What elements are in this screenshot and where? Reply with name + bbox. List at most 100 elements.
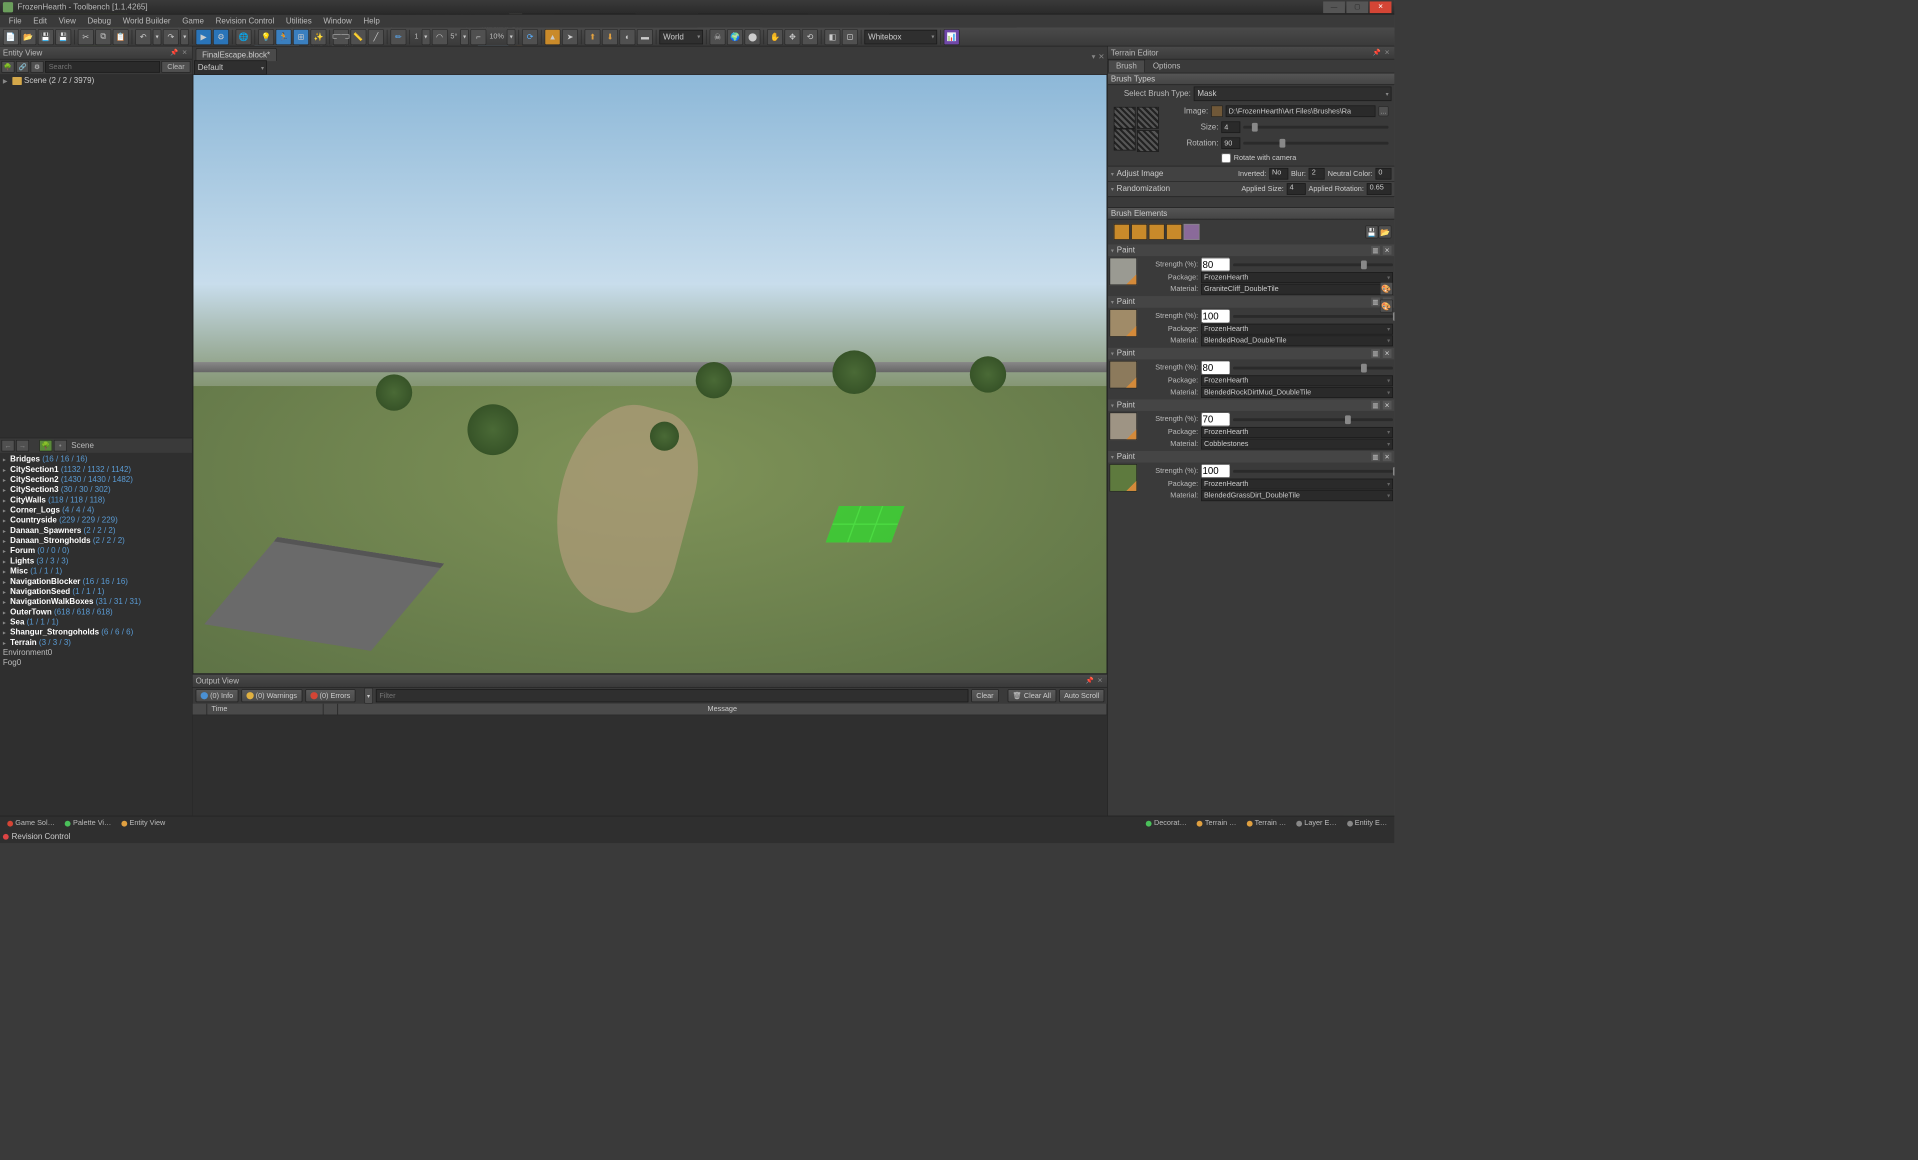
brush-thumb[interactable] (1184, 224, 1200, 240)
paint-swatch[interactable] (1109, 309, 1137, 337)
paint-material-combo[interactable]: GraniteCliff_DoubleTile (1201, 284, 1393, 295)
save-brush-button[interactable]: 💾 (1365, 225, 1378, 238)
scene-node[interactable]: ▸NavigationWalkBoxes (31 / 31 / 31) (1, 597, 190, 607)
browse-button[interactable]: … (1378, 106, 1388, 116)
breadcrumb[interactable]: Scene (68, 441, 94, 450)
options-tab[interactable]: Options (1145, 60, 1189, 73)
open-folder-button[interactable]: 📂 (20, 29, 36, 45)
scene-node[interactable]: ▸CitySection2 (1430 / 1430 / 1482) (1, 475, 190, 485)
render-mode-combo[interactable]: Whitebox (865, 29, 938, 44)
status-tab[interactable]: Terrain … (1193, 818, 1241, 829)
nav-fwd-button[interactable]: → (16, 440, 29, 452)
menu-edit[interactable]: Edit (27, 15, 52, 27)
palette-icon[interactable]: 🎨 (1380, 282, 1393, 295)
scene-node[interactable]: ▸CitySection1 (1132 / 1132 / 1142) (1, 465, 190, 475)
blur-value[interactable]: 2 (1309, 168, 1325, 180)
brush-thumb[interactable] (1131, 224, 1147, 240)
scene-node[interactable]: ▸Forum (0 / 0 / 0) (1, 546, 190, 556)
hand-tool-button[interactable]: ✋ (767, 29, 783, 45)
brush-thumb[interactable] (1149, 224, 1165, 240)
scene-node[interactable]: Environment0 (1, 648, 190, 658)
scene-node[interactable]: ▸CityWalls (118 / 118 / 118) (1, 495, 190, 505)
paint-material-combo[interactable]: BlendedGrassDirt_DoubleTile (1201, 490, 1393, 501)
copy-button[interactable]: ⧉ (95, 29, 111, 45)
paint-material-combo[interactable]: BlendedRockDirtMud_DoubleTile (1201, 387, 1393, 398)
skull-icon[interactable]: ☠ (710, 29, 726, 45)
random-expand-icon[interactable]: ▾ (1111, 186, 1114, 193)
maximize-button[interactable]: ▢ (1346, 1, 1368, 13)
paint-package-combo[interactable]: FrozenHearth (1201, 478, 1393, 489)
grid-button[interactable]: ⊞ (293, 29, 309, 45)
paint-expand-icon[interactable]: ▾ (1111, 247, 1114, 254)
paint-strength-input[interactable] (1201, 257, 1230, 271)
smooth-tool-button[interactable]: ◐ (620, 29, 636, 45)
stats-button[interactable]: 📊 (944, 29, 960, 45)
document-tab[interactable]: FinalEscape.block* (196, 48, 277, 61)
world-button[interactable]: 🌐 (236, 29, 252, 45)
pin-icon[interactable]: 📌 (170, 48, 179, 57)
menu-help[interactable]: Help (358, 15, 386, 27)
paint-swatch[interactable] (1109, 412, 1137, 440)
brush-rotation-input[interactable] (1221, 137, 1240, 149)
status-tab[interactable]: Decorat… (1142, 818, 1191, 829)
filter-clear-button[interactable]: Clear (971, 689, 999, 702)
paint-strength-input[interactable] (1201, 309, 1230, 323)
load-brush-button[interactable]: 📂 (1378, 225, 1391, 238)
camera-combo[interactable]: Default (194, 60, 267, 75)
filter-dropdown[interactable]: ▾ (364, 688, 373, 704)
paint-delete-button[interactable]: ✕ (1383, 452, 1392, 461)
tab-close-icon[interactable]: ✕ (1098, 53, 1104, 61)
tree-toggle-icon[interactable]: 🌳 (1, 61, 14, 73)
lower-tool-button[interactable]: ⬇ (602, 29, 618, 45)
scene-node[interactable]: ▸NavigationSeed (1 / 1 / 1) (1, 587, 190, 597)
revision-control-label[interactable]: Revision Control (12, 832, 71, 841)
actor-button[interactable]: 🏃 (276, 29, 292, 45)
cut-button[interactable]: ✂ (78, 29, 94, 45)
paint-layer-header[interactable]: ▾Paint▥✕ (1108, 348, 1394, 360)
menu-file[interactable]: File (3, 15, 28, 27)
brush-type-combo[interactable]: Mask (1194, 87, 1392, 102)
axis-icon[interactable]: ⌐ (470, 29, 486, 45)
scene-node[interactable]: ▸Countryside (229 / 229 / 229) (1, 515, 190, 525)
pencil-icon[interactable]: ✏ (390, 29, 406, 45)
rotate-tool-button[interactable]: ⟲ (802, 29, 818, 45)
sync-icon[interactable]: 🔗 (16, 61, 29, 73)
pin-icon[interactable]: 📌 (1373, 48, 1382, 57)
paint-mute-button[interactable]: ▥ (1371, 246, 1380, 255)
play-button[interactable]: ▶ (196, 29, 212, 45)
errors-filter-button[interactable]: (0) Errors (305, 689, 355, 702)
scene-node[interactable]: ▸Corner_Logs (4 / 4 / 4) (1, 505, 190, 515)
scene-node[interactable]: ▸Danaan_Spawners (2 / 2 / 2) (1, 526, 190, 536)
brush-tab[interactable]: Brush (1108, 60, 1145, 73)
paint-strength-input[interactable] (1201, 412, 1230, 426)
flatten-tool-button[interactable]: ▬ (637, 29, 653, 45)
paint-delete-button[interactable]: ✕ (1383, 349, 1392, 358)
settings-icon[interactable]: ⚙ (31, 61, 44, 73)
paint-package-combo[interactable]: FrozenHearth (1201, 375, 1393, 386)
pin-icon[interactable]: 📌 (1085, 676, 1094, 685)
menu-view[interactable]: View (53, 15, 82, 27)
scene-node[interactable]: ▸NavigationBlocker (16 / 16 / 16) (1, 577, 190, 587)
move-tool-button[interactable]: ✥ (785, 29, 801, 45)
redo-button[interactable]: ↷ (163, 29, 179, 45)
scene-graph-tree[interactable]: ▸Bridges (16 / 16 / 16)▸CitySection1 (11… (0, 453, 192, 816)
scene-node[interactable]: ▸Bridges (16 / 16 / 16) (1, 454, 190, 464)
paint-material-combo[interactable]: Cobblestones (1201, 438, 1393, 449)
angle-dropdown[interactable]: ▾ (460, 29, 469, 45)
redo-dropdown[interactable]: ▾ (180, 29, 189, 45)
paint-swatch[interactable] (1109, 257, 1137, 285)
paint-material-combo[interactable]: BlendedRoad_DoubleTile (1201, 335, 1393, 346)
menu-revision-control[interactable]: Revision Control (210, 15, 280, 27)
scene-root-node[interactable]: ▶ Scene (2 / 2 / 3979) (1, 76, 190, 86)
scene-node[interactable]: ▸Sea (1 / 1 / 1) (1, 617, 190, 627)
sphere-icon[interactable]: ⬤ (745, 29, 761, 45)
paint-layer-header[interactable]: ▾Paint▥✕ (1108, 244, 1394, 256)
paint-expand-icon[interactable]: ▾ (1111, 298, 1114, 305)
globe-icon[interactable]: 🌍 (727, 29, 743, 45)
tab-menu-icon[interactable]: ▾ (1092, 53, 1096, 61)
paint-expand-icon[interactable]: ▾ (1111, 350, 1114, 357)
menu-game[interactable]: Game (176, 15, 209, 27)
brush-thumb[interactable] (1114, 224, 1130, 240)
close-icon[interactable]: ✕ (1383, 48, 1392, 57)
wireframe-icon[interactable]: ⊡ (842, 29, 858, 45)
